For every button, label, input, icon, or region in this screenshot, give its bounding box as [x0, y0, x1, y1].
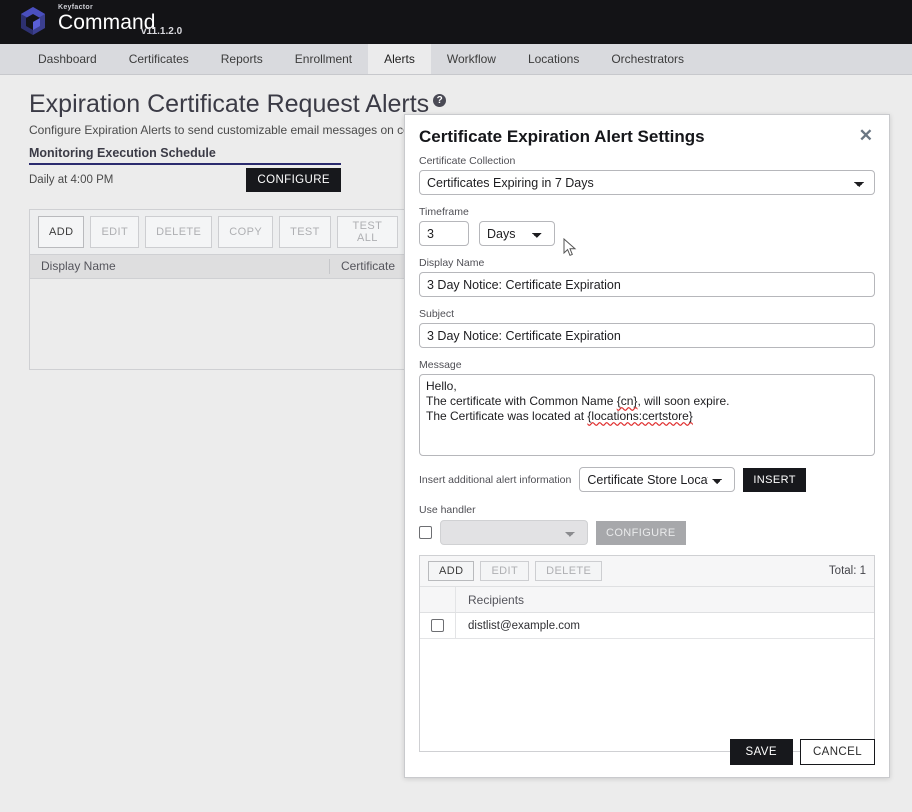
row-checkbox-cell	[420, 613, 456, 638]
table-row[interactable]: distlist@example.com	[420, 613, 874, 639]
alerts-test-all-button: TEST ALL	[337, 216, 398, 248]
column-certificate[interactable]: Certificate	[330, 259, 406, 274]
recipients-total: Total: 1	[829, 565, 866, 577]
app-version: v11.1.2.0	[141, 26, 182, 37]
column-display-name[interactable]: Display Name	[30, 259, 330, 274]
nav-item-locations[interactable]: Locations	[512, 44, 595, 74]
alerts-grid-body	[30, 279, 406, 369]
message-line-1: Hello,	[426, 379, 457, 393]
display-name-label: Display Name	[419, 257, 875, 269]
certificate-collection-label: Certificate Collection	[419, 155, 875, 167]
message-line-2: The certificate with Common Name {cn}, w…	[426, 394, 729, 408]
nav-item-certificates[interactable]: Certificates	[113, 44, 205, 74]
alerts-grid-panel: ADD EDIT DELETE COPY TEST TEST ALL Displ…	[29, 209, 407, 370]
certificate-expiration-alert-settings-dialog: Certificate Expiration Alert Settings ✕ …	[404, 114, 890, 778]
nav-item-alerts[interactable]: Alerts	[368, 44, 431, 74]
nav-item-reports[interactable]: Reports	[205, 44, 279, 74]
recipients-panel: ADD EDIT DELETE Total: 1 Recipients dist…	[419, 555, 875, 752]
keyfactor-cube-logo-icon	[16, 4, 50, 38]
message-line-3: The Certificate was located at {location…	[426, 409, 693, 423]
recipients-empty-area	[420, 639, 874, 751]
nav-item-orchestrators[interactable]: Orchestrators	[595, 44, 700, 74]
display-name-field: Display Name	[419, 257, 875, 297]
subject-field: Subject	[419, 308, 875, 348]
recipients-add-button[interactable]: ADD	[428, 561, 474, 581]
handler-configure-button: CONFIGURE	[596, 521, 686, 545]
timeframe-field: Timeframe Days	[419, 206, 875, 246]
dialog-footer: SAVE CANCEL	[730, 739, 876, 765]
recipients-select-all-column	[420, 587, 456, 612]
certificate-collection-select[interactable]: Certificates Expiring in 7 Days	[419, 170, 875, 195]
alerts-grid-toolbar: ADD EDIT DELETE COPY TEST TEST ALL	[30, 210, 406, 255]
schedule-configure-button[interactable]: CONFIGURE	[246, 168, 341, 192]
monitoring-execution-schedule: Monitoring Execution Schedule Daily at 4…	[29, 146, 341, 192]
use-handler-section: Use handler CONFIGURE	[419, 504, 875, 545]
brand-subtitle: Keyfactor	[58, 4, 156, 11]
subject-label: Subject	[419, 308, 875, 320]
alerts-add-button[interactable]: ADD	[38, 216, 84, 248]
question-mark-icon[interactable]: ?	[433, 94, 446, 107]
nav-item-dashboard[interactable]: Dashboard	[22, 44, 113, 74]
recipients-edit-button: EDIT	[480, 561, 529, 581]
dialog-title: Certificate Expiration Alert Settings	[419, 127, 705, 147]
row-checkbox[interactable]	[431, 619, 444, 632]
cancel-button[interactable]: CANCEL	[800, 739, 875, 765]
recipients-header: Recipients	[420, 587, 874, 613]
dialog-header: Certificate Expiration Alert Settings ✕	[405, 115, 889, 151]
display-name-input[interactable]	[419, 272, 875, 297]
schedule-row: Daily at 4:00 PM CONFIGURE	[29, 168, 341, 192]
timeframe-amount-input[interactable]	[419, 221, 469, 246]
dialog-body: Certificate Collection Certificates Expi…	[405, 151, 889, 752]
message-field: Message Hello, The certificate with Comm…	[419, 359, 875, 456]
insert-alert-information-row: Insert additional alert information Cert…	[419, 467, 875, 492]
timeframe-row: Days	[419, 221, 875, 246]
app-header: Keyfactor Command v11.1.2.0	[0, 0, 912, 44]
insert-information-select[interactable]: Certificate Store Locations	[579, 467, 735, 492]
timeframe-unit-select[interactable]: Days	[479, 221, 555, 246]
alerts-edit-button: EDIT	[90, 216, 139, 248]
recipients-delete-button: DELETE	[535, 561, 602, 581]
schedule-title: Monitoring Execution Schedule	[29, 146, 341, 165]
use-handler-row: CONFIGURE	[419, 520, 875, 545]
message-label: Message	[419, 359, 875, 371]
certificate-collection-field: Certificate Collection Certificates Expi…	[419, 155, 875, 195]
handler-select	[440, 520, 588, 545]
alerts-grid-header: Display Name Certificate	[30, 255, 406, 279]
nav-item-workflow[interactable]: Workflow	[431, 44, 512, 74]
nav-item-enrollment[interactable]: Enrollment	[279, 44, 368, 74]
page-title-text: Expiration Certificate Request Alerts	[29, 90, 429, 119]
save-button[interactable]: SAVE	[730, 739, 793, 765]
column-recipients[interactable]: Recipients	[456, 587, 524, 612]
main-navigation: Dashboard Certificates Reports Enrollmen…	[0, 44, 912, 75]
subject-input[interactable]	[419, 323, 875, 348]
alerts-delete-button: DELETE	[145, 216, 212, 248]
use-handler-label: Use handler	[419, 504, 875, 516]
alerts-copy-button: COPY	[218, 216, 273, 248]
alerts-test-button: TEST	[279, 216, 331, 248]
schedule-value: Daily at 4:00 PM	[29, 174, 113, 186]
use-handler-checkbox[interactable]	[419, 526, 432, 539]
message-textarea[interactable]: Hello, The certificate with Common Name …	[419, 374, 875, 456]
close-icon[interactable]: ✕	[857, 127, 875, 144]
recipient-email: distlist@example.com	[456, 620, 580, 632]
insert-label: Insert additional alert information	[419, 474, 571, 486]
recipients-toolbar: ADD EDIT DELETE Total: 1	[420, 556, 874, 587]
timeframe-label: Timeframe	[419, 206, 875, 218]
insert-button[interactable]: INSERT	[743, 468, 806, 492]
